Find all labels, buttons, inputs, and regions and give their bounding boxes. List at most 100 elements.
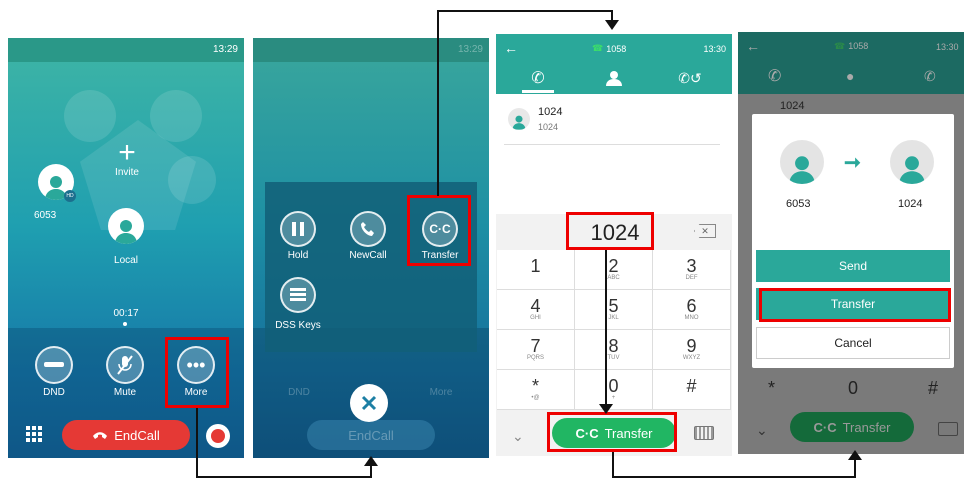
dial-key[interactable]: 0 +	[575, 370, 653, 410]
hd-badge: HD	[64, 190, 76, 202]
dial-key-digit: 2	[608, 256, 619, 276]
arrow-line	[612, 452, 614, 478]
dial-key-letters: DEF	[685, 275, 698, 281]
status-time: 13:30	[936, 42, 959, 52]
status-time: 13:30	[703, 44, 726, 54]
tab-contacts-icon: ●	[846, 68, 855, 84]
dial-key-digit: 5	[608, 296, 619, 316]
dsskeys-label: DSS Keys	[275, 320, 321, 331]
close-menu-button[interactable]	[350, 384, 388, 422]
page-dot	[123, 322, 127, 326]
dial-key-letters: TUV	[607, 355, 620, 361]
to-avatar	[890, 140, 934, 184]
endcall-label: EndCall	[114, 427, 160, 443]
tab-history[interactable]: ✆↺	[672, 70, 708, 90]
tab-contacts[interactable]	[596, 70, 632, 90]
dial-key-letters: +	[611, 395, 616, 401]
list-icon	[290, 288, 306, 301]
arrow-right-icon: ➞	[844, 152, 861, 174]
person-icon	[789, 156, 815, 184]
dial-key[interactable]: 3 DEF	[653, 250, 731, 290]
dial-key-digit: 0	[608, 376, 619, 396]
minus-icon	[44, 362, 64, 367]
divider	[504, 144, 720, 145]
dial-key[interactable]: 7 PQRS	[497, 330, 575, 370]
dial-key[interactable]: 4 GHI	[497, 290, 575, 330]
line-indicator: ☎ 1058	[834, 41, 868, 52]
hold-button[interactable]	[280, 211, 316, 247]
contact-avatar	[508, 108, 530, 130]
dial-key[interactable]: 5 JKL	[575, 290, 653, 330]
tab-dial-icon: ✆	[768, 68, 782, 85]
contacts-icon	[606, 71, 622, 86]
local-label: Local	[114, 255, 138, 266]
dial-key[interactable]: 9 WXYZ	[653, 330, 731, 370]
newcall-button[interactable]	[350, 211, 386, 247]
dial-key-letters: WXYZ	[682, 355, 701, 361]
arrow-line	[612, 476, 856, 478]
arrow-line	[196, 476, 372, 478]
back-arrow-icon: ←	[746, 38, 760, 54]
keyboard-icon[interactable]	[694, 426, 714, 440]
dial-key[interactable]: 1	[497, 250, 575, 290]
tab-dial[interactable]: ✆	[518, 68, 558, 90]
bg-transfer-button: C·C Transfer	[790, 412, 914, 442]
transfer-dialog: ➞ 6053 1024 Send Transfer Cancel	[752, 114, 954, 368]
bg-key-zero: 0	[848, 378, 859, 398]
line-phone-icon: ☎	[592, 43, 604, 53]
line-number: 1058	[606, 43, 627, 54]
to-number: 1024	[898, 198, 923, 210]
status-bar: 13:29	[253, 38, 489, 62]
mute-label: Mute	[113, 387, 137, 398]
highlight-transfer-call	[547, 412, 677, 452]
tab-history-icon: ✆	[924, 68, 936, 84]
dial-key[interactable]: 2 ABC	[575, 250, 653, 290]
faded-endcall-button: EndCall	[307, 420, 435, 450]
person-icon	[512, 115, 526, 130]
contact-name[interactable]: 1024	[538, 106, 562, 118]
keypad-grid-icon[interactable]	[26, 426, 42, 442]
status-time: 13:29	[457, 44, 483, 55]
record-button[interactable]	[206, 424, 230, 448]
dial-key-digit: 8	[608, 336, 619, 356]
cancel-button[interactable]: Cancel	[756, 327, 950, 359]
line-phone-icon: ☎	[834, 41, 846, 51]
dial-key-digit: 3	[686, 256, 697, 276]
arrow-line	[370, 464, 372, 478]
arrow-line	[437, 10, 613, 12]
send-button[interactable]: Send	[756, 250, 950, 282]
dnd-button[interactable]	[35, 346, 73, 384]
chevron-down-icon[interactable]: ⌄	[512, 428, 524, 445]
status-time: 13:29	[212, 44, 238, 55]
dial-key[interactable]: #	[653, 370, 731, 410]
back-arrow-icon[interactable]: ←	[504, 40, 518, 56]
dial-key[interactable]: * •@	[497, 370, 575, 410]
bg-key-hash: #	[928, 378, 939, 398]
dial-key[interactable]: 8 TUV	[575, 330, 653, 370]
hangup-icon	[93, 432, 108, 439]
bg-chevron-icon: ⌄	[756, 422, 768, 438]
dial-key-letters: •@	[531, 395, 540, 401]
dial-key[interactable]: 6 MNO	[653, 290, 731, 330]
dial-key-letters: PQRS	[526, 355, 544, 361]
dial-key-letters: JKL	[608, 315, 619, 321]
bg-contact: 1024	[780, 100, 805, 112]
dial-key-digit: 7	[530, 336, 541, 356]
invite-plus-icon[interactable]: +	[112, 138, 142, 168]
invite-label[interactable]: Invite	[92, 167, 162, 178]
mute-button[interactable]	[106, 346, 144, 384]
dsskeys-button[interactable]	[280, 277, 316, 313]
dial-key-digit: 1	[530, 256, 541, 276]
conference-ring	[64, 90, 116, 142]
local-avatar	[108, 208, 144, 244]
highlight-more	[165, 337, 229, 408]
highlight-transfer-option	[407, 195, 471, 266]
arrow-head-down	[599, 404, 613, 414]
hold-label: Hold	[287, 250, 309, 261]
highlight-transfer-confirm	[759, 288, 951, 322]
status-bar: 13:29	[8, 38, 244, 62]
endcall-button[interactable]: EndCall	[62, 420, 190, 450]
arrow-line	[196, 408, 198, 478]
pause-icon	[292, 222, 304, 236]
phone-icon	[361, 222, 374, 236]
